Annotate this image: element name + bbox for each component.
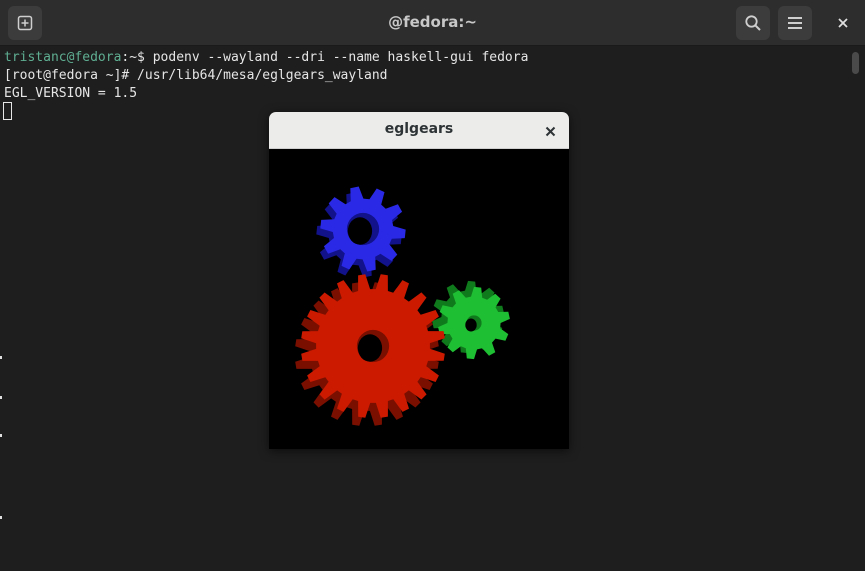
edge-marker (0, 516, 2, 519)
eglgears-window[interactable]: eglgears (269, 112, 569, 449)
eglgears-titlebar[interactable]: eglgears (269, 112, 569, 149)
terminal-scrollbar[interactable] (852, 52, 859, 74)
green-gear-hole-inner (465, 318, 477, 332)
close-icon (545, 126, 555, 136)
red-gear-hole-inner (357, 334, 383, 362)
prompt-suffix: :~$ (121, 50, 153, 65)
terminal-line-1: tristanc@fedora:~$ podenv --wayland --dr… (4, 49, 528, 67)
command-text: podenv --wayland --dri --name haskell-gu… (152, 50, 529, 65)
prompt-user-host: tristanc@fedora (4, 50, 122, 65)
green-gear (432, 280, 510, 360)
close-icon (838, 18, 848, 28)
terminal-line-3: EGL_VERSION = 1.5 (4, 86, 138, 101)
hamburger-menu-icon (788, 17, 802, 29)
edge-marker (0, 356, 2, 359)
close-window-button[interactable] (826, 6, 860, 40)
terminal-cursor (3, 102, 12, 120)
edge-marker (0, 396, 2, 399)
terminal-line-2: [root@fedora ~]# /usr/lib64/mesa/eglgear… (4, 68, 388, 83)
search-button[interactable] (736, 6, 770, 40)
blue-gear-hole-inner (347, 217, 373, 245)
search-icon (745, 15, 761, 31)
gears-render-canvas (269, 149, 569, 449)
edge-marker (0, 434, 2, 437)
terminal-headerbar: @fedora:~ (0, 0, 865, 46)
main-menu-button[interactable] (778, 6, 812, 40)
red-gear (295, 274, 445, 426)
eglgears-close-button[interactable] (539, 120, 561, 142)
blue-gear (316, 186, 406, 278)
eglgears-title: eglgears (384, 121, 454, 137)
